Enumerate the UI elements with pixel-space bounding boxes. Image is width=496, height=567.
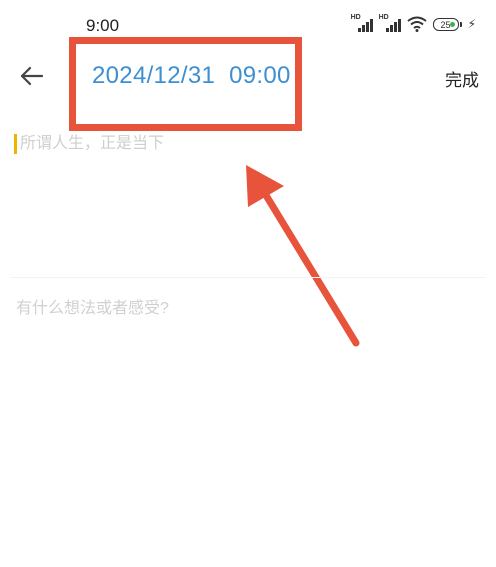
text-cursor xyxy=(14,134,17,154)
status-time: 9:00 xyxy=(86,16,120,35)
battery-icon: 25 xyxy=(432,17,462,31)
charging-icon: ⚡ xyxy=(467,17,476,31)
done-button[interactable]: 完成 xyxy=(445,66,479,91)
battery-level: 25 xyxy=(432,17,459,31)
header: 2024/12/31 09:00 完成 xyxy=(0,50,496,102)
divider xyxy=(10,277,486,278)
time-value: 09:00 xyxy=(229,62,291,89)
signal-hd-icon: HD xyxy=(351,14,373,32)
date-time-selector[interactable]: 2024/12/31 09:00 xyxy=(92,60,300,92)
title-input[interactable]: 所谓人生，正是当下 xyxy=(20,130,240,158)
back-button[interactable] xyxy=(16,60,48,92)
status-bar: 9:00 HD HD 25 ⚡ xyxy=(0,0,496,44)
status-icons: HD HD 25 ⚡ xyxy=(351,14,476,32)
back-arrow-icon xyxy=(20,66,44,86)
date-value: 2024/12/31 xyxy=(92,62,216,89)
wifi-icon xyxy=(406,16,427,32)
content-input[interactable]: 有什么想法或者感受? xyxy=(16,297,316,321)
signal-hd-icon: HD xyxy=(379,14,401,32)
